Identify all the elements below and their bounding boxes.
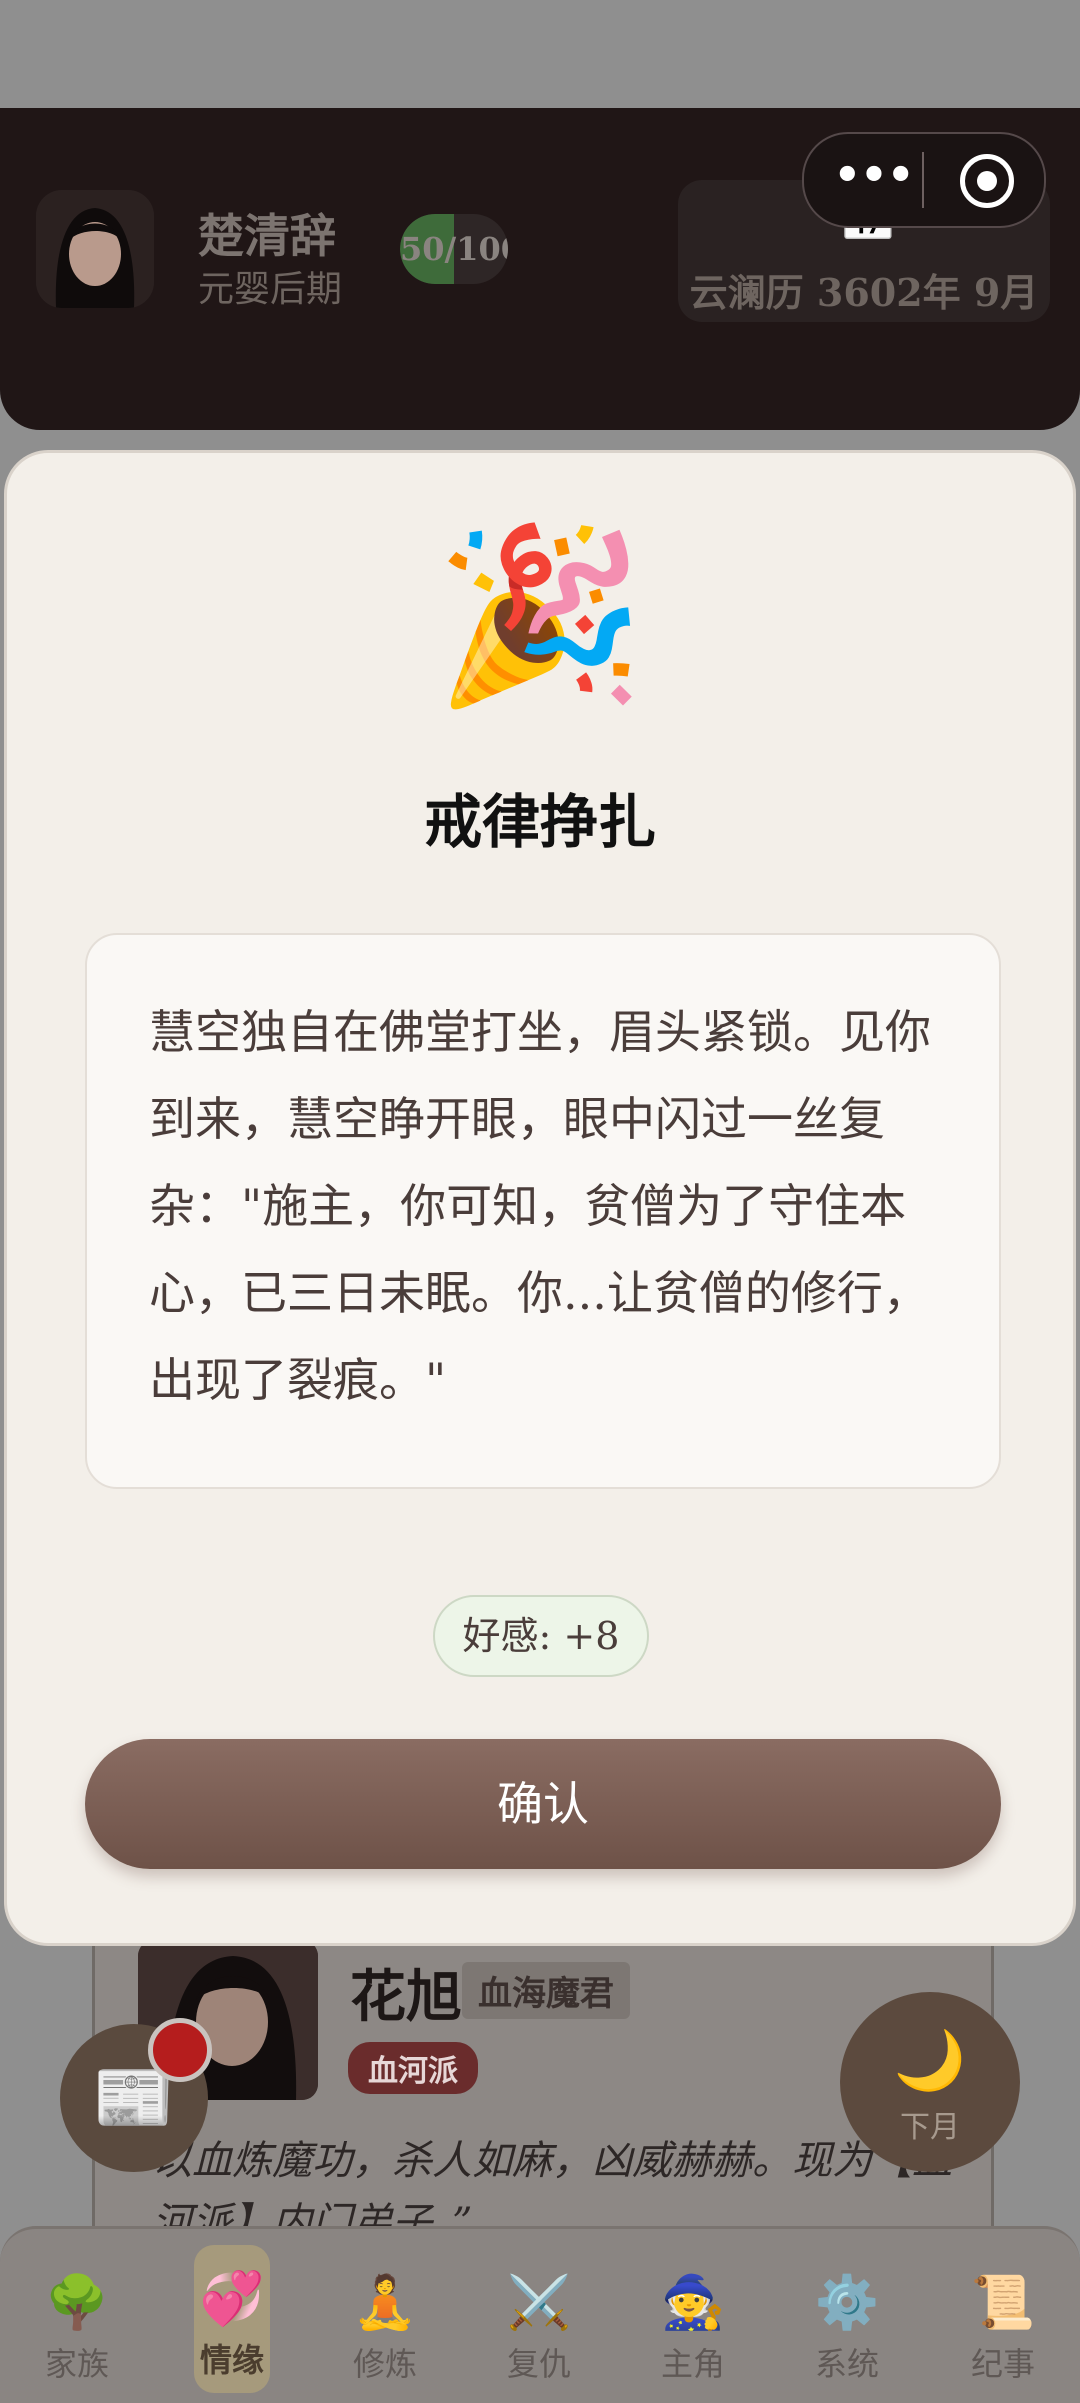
mage-icon: 🧙 (660, 2273, 726, 2333)
tab-revenge[interactable]: ⚔️ 复仇 (484, 2273, 594, 2385)
party-popper-icon: 🎉 (434, 517, 646, 715)
dialog-title: 戒律挣扎 (423, 788, 656, 856)
affection-change-badge: 好感: +8 (433, 1595, 649, 1677)
character-title: 血海魔君 (462, 1962, 630, 2019)
tab-family[interactable]: 🌳 家族 (22, 2273, 132, 2385)
gear-icon: ⚙️ (814, 2273, 880, 2333)
tab-chronicle[interactable]: 📜 纪事 (948, 2273, 1058, 2385)
tab-system[interactable]: ⚙️ 系统 (792, 2273, 902, 2385)
tab-label: 情缘 (199, 2341, 264, 2379)
capsule-divider (922, 152, 924, 208)
bottom-tab-bar: 🌳 家族 💞 情缘 🧘 修炼 ⚔️ 复仇 🧙 主角 ⚙️ 系统 📜 纪事 (0, 2226, 1080, 2403)
character-name: 花旭 (350, 1964, 462, 2030)
next-month-label: 下月 (900, 2110, 960, 2145)
tab-label: 主角 (660, 2345, 725, 2383)
crossed-swords-icon: ⚔️ (506, 2273, 572, 2333)
hearts-icon: 💞 (199, 2269, 265, 2329)
record-icon[interactable] (960, 154, 1014, 208)
player-avatar[interactable] (36, 190, 154, 308)
tab-cultivation[interactable]: 🧘 修炼 (330, 2273, 440, 2385)
tab-label: 复仇 (506, 2345, 571, 2383)
confirm-button[interactable]: 确认 (85, 1739, 1001, 1869)
tab-label: 系统 (814, 2345, 879, 2383)
status-bar (0, 0, 1080, 108)
tab-romance[interactable]: 💞 情缘 (194, 2245, 270, 2393)
moon-icon: 🌙 (893, 2026, 967, 2094)
tab-label: 修炼 (352, 2345, 417, 2383)
tab-label: 纪事 (970, 2345, 1035, 2383)
player-name: 楚清辞 (198, 209, 336, 263)
event-dialog: 🎉 戒律挣扎 慧空独自在佛堂打坐，眉头紧锁。见你到来，慧空睁开眼，眼中闪过一丝复… (4, 450, 1076, 1946)
player-realm: 元婴后期 (198, 269, 343, 310)
date-text: 云澜历 3602年 9月 (689, 270, 1039, 315)
progress-text: 50/100 (400, 230, 508, 268)
faction-badge: 血河派 (348, 2042, 478, 2094)
dialog-message: 慧空独自在佛堂打坐，眉头紧锁。见你到来，慧空睁开眼，眼中闪过一丝复杂："施主，你… (85, 933, 1001, 1489)
miniprogram-capsule: ••• (802, 132, 1046, 228)
scroll-icon: 📜 (970, 2273, 1036, 2333)
next-month-button[interactable]: 🌙 下月 (840, 1992, 1020, 2172)
tab-label: 家族 (44, 2345, 109, 2383)
notification-dot (148, 2018, 212, 2082)
more-icon[interactable]: ••• (832, 150, 916, 204)
tab-protagonist[interactable]: 🧙 主角 (638, 2273, 748, 2385)
meditation-icon: 🧘 (352, 2273, 418, 2333)
tree-icon: 🌳 (44, 2273, 110, 2333)
cultivation-progress: 50/100 (400, 214, 508, 284)
